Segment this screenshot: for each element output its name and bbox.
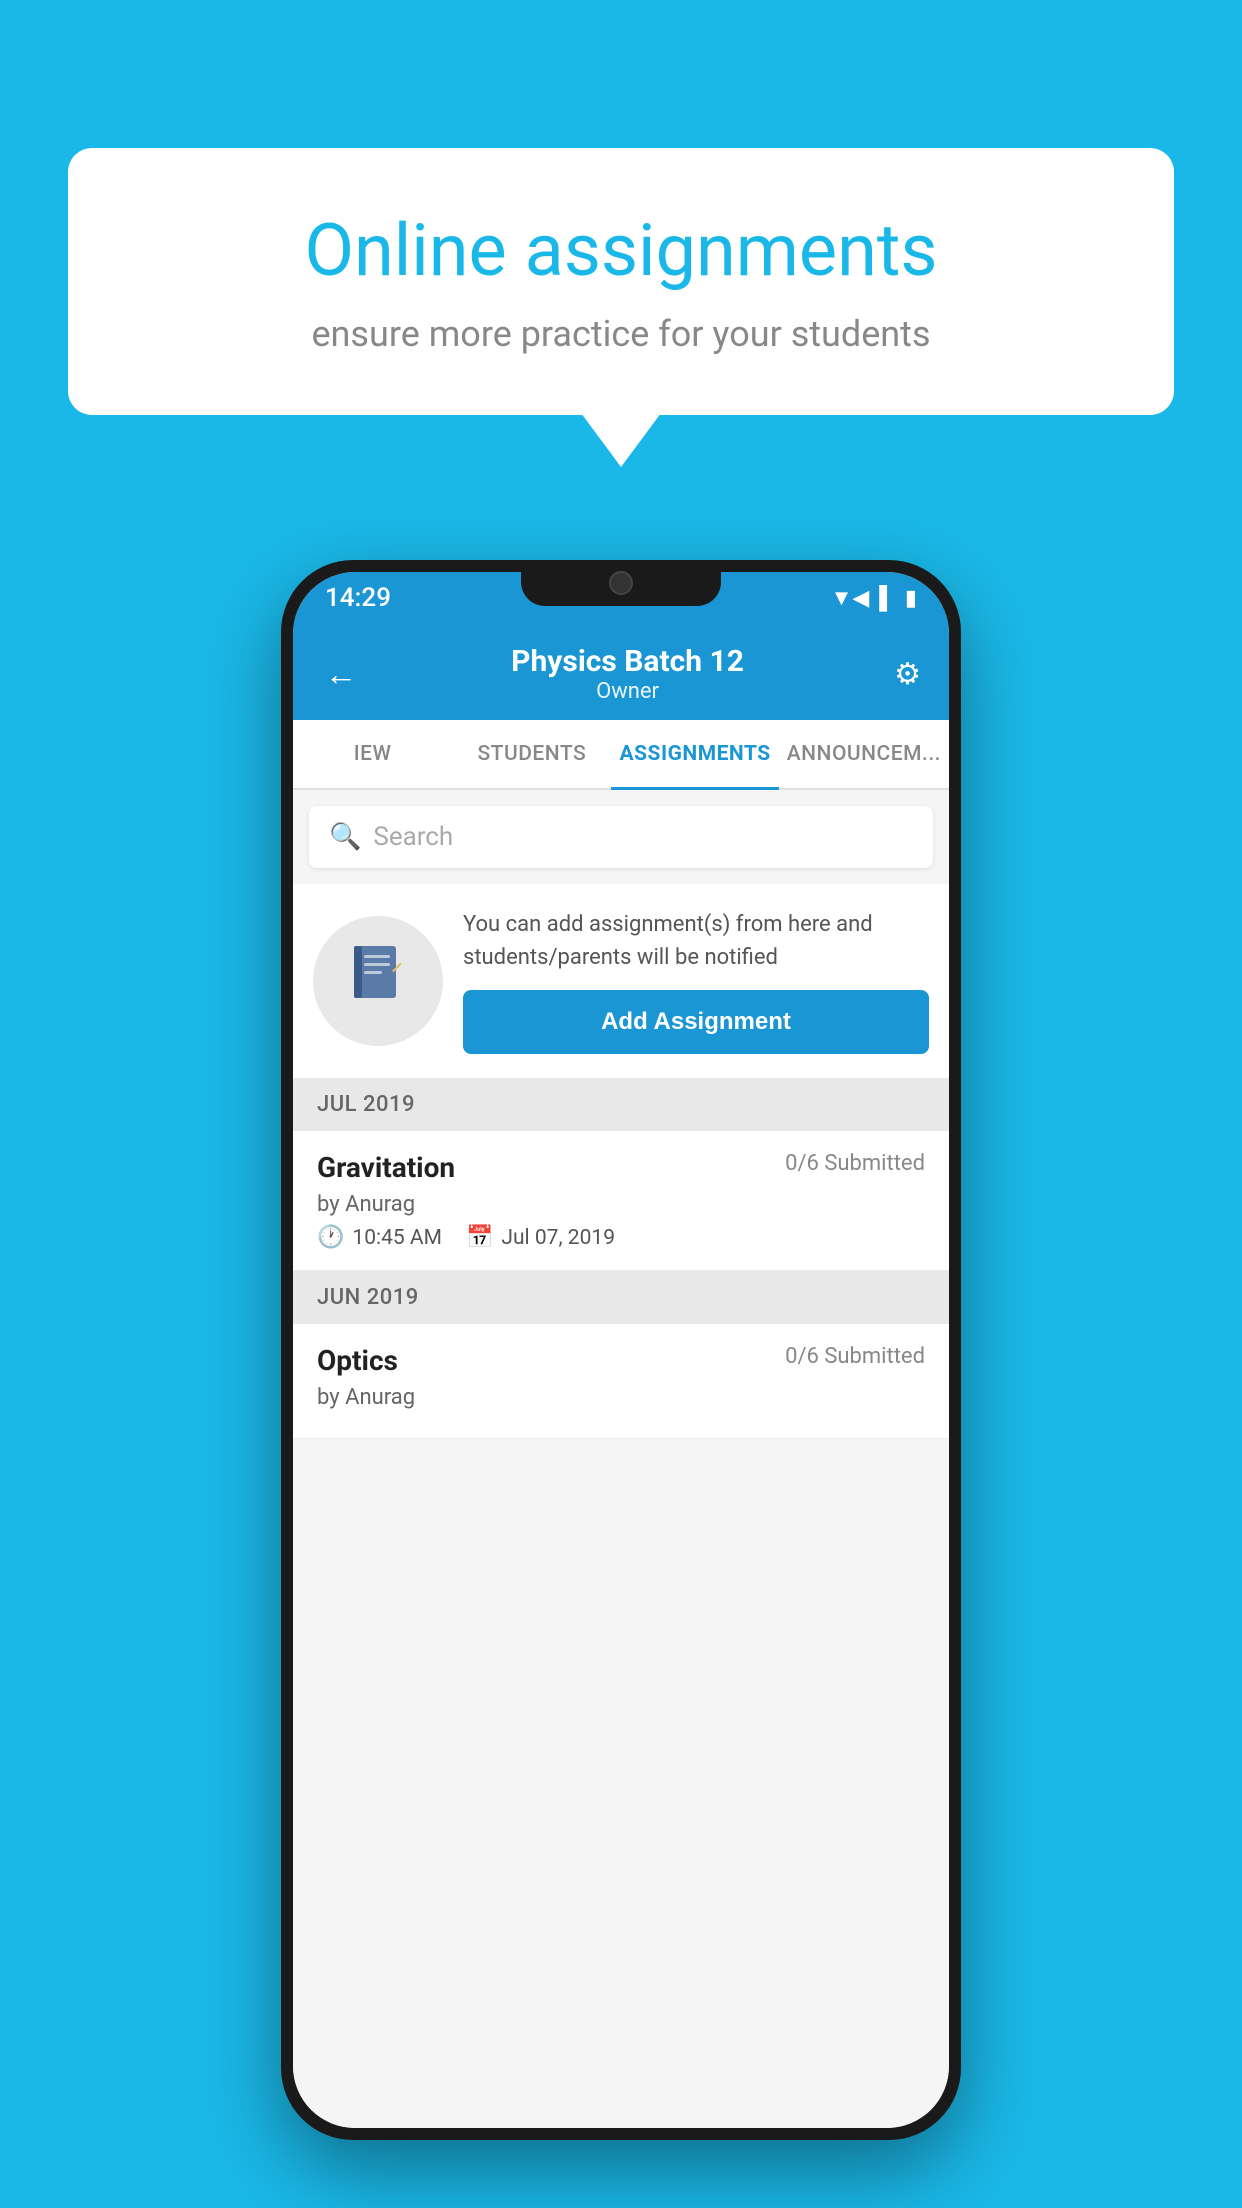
meta-time-value: 10:45 AM — [352, 1226, 442, 1250]
wifi-icon: ▼◀ — [831, 585, 870, 611]
tab-announcements[interactable]: ANNOUNCEM... — [779, 720, 949, 788]
month-header-jul: JUL 2019 — [293, 1078, 949, 1131]
settings-button[interactable]: ⚙ — [894, 657, 921, 692]
assignment-item-optics[interactable]: Optics 0/6 Submitted by Anurag — [293, 1324, 949, 1439]
add-assignment-promo: You can add assignment(s) from here and … — [293, 884, 949, 1078]
promo-description: You can add assignment(s) from here and … — [463, 908, 929, 974]
screen-content: 🔍 Search — [293, 790, 949, 2128]
assignment-optics-by: by Anurag — [317, 1385, 925, 1410]
status-time: 14:29 — [325, 583, 391, 613]
search-icon: 🔍 — [329, 822, 361, 852]
assignment-optics-name: Optics — [317, 1344, 398, 1377]
clock-icon: 🕐 — [317, 1225, 344, 1250]
assignment-row-top: Gravitation 0/6 Submitted — [317, 1151, 925, 1184]
calendar-icon: 📅 — [466, 1225, 493, 1250]
assignment-icon-circle — [313, 916, 443, 1046]
header-title-block: Physics Batch 12 Owner — [511, 644, 744, 704]
meta-date-value: Jul 07, 2019 — [501, 1226, 615, 1250]
tab-students[interactable]: STUDENTS — [452, 720, 611, 788]
assignment-optics-submitted: 0/6 Submitted — [785, 1344, 925, 1369]
status-icons: ▼◀ ▌ ▮ — [831, 585, 917, 611]
tabs: IEW STUDENTS ASSIGNMENTS ANNOUNCEM... — [293, 720, 949, 790]
tab-assignments[interactable]: ASSIGNMENTS — [611, 720, 778, 788]
phone-camera — [609, 571, 633, 595]
search-placeholder: Search — [373, 822, 453, 852]
battery-icon: ▮ — [905, 586, 917, 611]
assignment-meta: 🕐 10:45 AM 📅 Jul 07, 2019 — [317, 1225, 925, 1250]
tab-iew[interactable]: IEW — [293, 720, 452, 788]
assignment-name: Gravitation — [317, 1151, 455, 1184]
assignment-notebook-icon — [346, 941, 411, 1021]
signal-icon: ▌ — [879, 585, 895, 611]
header-title: Physics Batch 12 — [511, 644, 744, 679]
month-header-jun: JUN 2019 — [293, 1271, 949, 1324]
assignment-by: by Anurag — [317, 1192, 925, 1217]
app-header: ← Physics Batch 12 Owner ⚙ — [293, 624, 949, 720]
phone-screen: 14:29 ▼◀ ▌ ▮ ← Physics Batch 12 Owner ⚙ … — [293, 572, 949, 2128]
meta-time: 🕐 10:45 AM — [317, 1225, 442, 1250]
search-bar[interactable]: 🔍 Search — [309, 806, 933, 868]
speech-bubble-subtitle: ensure more practice for your students — [138, 313, 1104, 355]
phone-notch — [521, 560, 721, 606]
back-button[interactable]: ← — [321, 651, 361, 697]
assignment-optics-row-top: Optics 0/6 Submitted — [317, 1344, 925, 1377]
phone-frame: 14:29 ▼◀ ▌ ▮ ← Physics Batch 12 Owner ⚙ … — [281, 560, 961, 2140]
assignment-item-gravitation[interactable]: Gravitation 0/6 Submitted by Anurag 🕐 10… — [293, 1131, 949, 1271]
add-assignment-button[interactable]: Add Assignment — [463, 990, 929, 1054]
speech-bubble: Online assignments ensure more practice … — [68, 148, 1174, 415]
speech-bubble-title: Online assignments — [138, 208, 1104, 293]
speech-bubble-container: Online assignments ensure more practice … — [68, 148, 1174, 415]
promo-text-block: You can add assignment(s) from here and … — [463, 908, 929, 1054]
header-subtitle: Owner — [511, 679, 744, 704]
meta-date: 📅 Jul 07, 2019 — [466, 1225, 615, 1250]
phone-container: 14:29 ▼◀ ▌ ▮ ← Physics Batch 12 Owner ⚙ … — [68, 560, 1174, 2140]
assignment-submitted: 0/6 Submitted — [785, 1151, 925, 1176]
